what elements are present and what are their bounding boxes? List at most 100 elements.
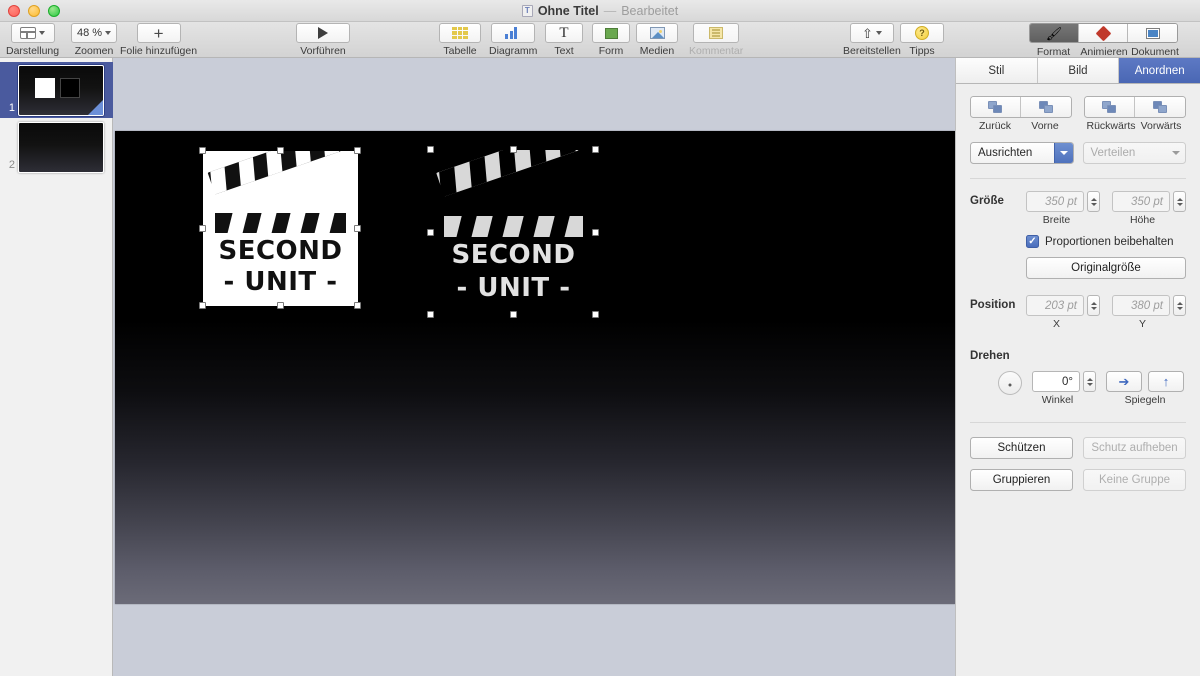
height-input[interactable]: 350 pt <box>1112 191 1170 212</box>
second-unit-logo-dark[interactable]: SECOND - UNIT - <box>427 146 599 318</box>
resize-handle-w[interactable] <box>199 224 206 232</box>
group-button[interactable]: Gruppieren <box>970 469 1073 491</box>
position-section-label: Position <box>970 299 1016 311</box>
chevron-down-icon <box>105 31 112 35</box>
send-to-back-button[interactable] <box>971 97 1021 117</box>
clapper-bottom-bar <box>215 212 346 234</box>
toolbar-shape-button[interactable]: Form <box>592 22 630 58</box>
slide-thumbnail-image-1 <box>18 64 104 116</box>
slide-navigator[interactable]: 1 2 <box>0 58 113 676</box>
inspector-segmented-control: 🖌 <box>1029 23 1178 43</box>
unlock-button[interactable]: Schutz aufheben <box>1083 437 1186 459</box>
toolbar-zoom-label: Zoomen <box>74 45 114 57</box>
toolbar-chart-button[interactable]: Diagramm <box>489 22 537 58</box>
toolbar-comment-button[interactable]: Kommentar <box>689 22 743 58</box>
position-section: Position 203 pt X 380 pt Y <box>970 295 1186 330</box>
angle-field-wrap: 0° Winkel <box>1032 371 1096 406</box>
second-unit-logo-light[interactable]: SECOND - UNIT - <box>199 147 361 309</box>
tab-stil[interactable]: Stil <box>956 58 1038 83</box>
animate-diamond-icon <box>1095 25 1111 41</box>
media-icon <box>649 27 665 39</box>
align-dropdown[interactable]: Ausrichten <box>970 142 1074 164</box>
keynote-document-icon: T <box>521 5 533 17</box>
logo-light-image: SECOND - UNIT - <box>203 151 358 306</box>
toolbar-zoom-button[interactable]: 48 % Zoomen <box>71 22 118 58</box>
resize-handle-nw[interactable] <box>199 147 206 154</box>
position-y-caption: Y <box>1138 318 1146 330</box>
constrain-proportions-checkbox[interactable] <box>1026 235 1039 248</box>
send-backward-button[interactable] <box>1085 97 1135 117</box>
resize-handle-ne[interactable] <box>354 147 361 154</box>
toolbar-table-button[interactable]: Tabelle <box>439 22 481 58</box>
toolbar-tips-button[interactable]: ? Tipps <box>900 22 944 58</box>
toolbar-add-slide-button[interactable]: + Folie hinzufügen <box>120 22 197 58</box>
distribute-dropdown[interactable]: Verteilen <box>1082 142 1186 164</box>
bring-to-front-label: Vorne <box>1031 120 1059 132</box>
bring-forward-button[interactable] <box>1135 97 1185 117</box>
resize-handle-n[interactable] <box>509 146 517 153</box>
inspector-body: Zurück Vorne Rückwärts Vorwärts Ausricht… <box>956 84 1200 491</box>
resize-handle-ne[interactable] <box>592 146 599 153</box>
resize-handle-n[interactable] <box>276 147 284 154</box>
segment-animate[interactable] <box>1079 24 1128 42</box>
toolbar-chart-label: Diagramm <box>489 45 538 57</box>
bring-to-front-button[interactable] <box>1021 97 1071 117</box>
tab-anordnen-label: Anordnen <box>1134 64 1185 77</box>
flip-vertical-button[interactable]: ↑ <box>1148 371 1184 392</box>
slide-canvas[interactable]: SECOND - UNIT - SECOND - UNIT - <box>115 131 955 604</box>
resize-handle-s[interactable] <box>509 311 517 318</box>
flip-horizontal-button[interactable]: ➔ <box>1106 371 1142 392</box>
document-title-text: Ohne Titel <box>537 4 599 18</box>
resize-handle-e[interactable] <box>592 228 599 236</box>
rotate-section: Drehen 0° Winkel ➔ ↑ Spiegeln <box>970 346 1186 406</box>
width-input[interactable]: 350 pt <box>1026 191 1084 212</box>
segment-document[interactable] <box>1128 24 1177 42</box>
lock-button[interactable]: Schützen <box>970 437 1073 459</box>
toolbar-share-button[interactable]: ⇧ Bereitstellen <box>843 22 901 58</box>
angle-stepper[interactable] <box>1083 371 1096 392</box>
resize-handle-e[interactable] <box>354 224 361 232</box>
toolbar-add-slide-label: Folie hinzufügen <box>120 45 198 57</box>
ungroup-button[interactable]: Keine Gruppe <box>1083 469 1186 491</box>
resize-handle-s[interactable] <box>276 302 284 309</box>
chevron-down-icon <box>1053 143 1073 163</box>
plus-icon: + <box>153 23 164 43</box>
flip-vertical-arrow-icon: ↑ <box>1162 374 1170 389</box>
position-y-stepper[interactable] <box>1173 295 1186 316</box>
slide-thumbnail-2[interactable]: 2 <box>0 119 113 175</box>
segment-format[interactable]: 🖌 <box>1030 24 1079 42</box>
position-y-input[interactable]: 380 pt <box>1112 295 1170 316</box>
window-titlebar: T Ohne Titel — Bearbeitet <box>0 0 1200 22</box>
toolbar-view-button[interactable]: Darstellung <box>6 22 59 58</box>
resize-handle-w[interactable] <box>427 228 434 236</box>
resize-handle-se[interactable] <box>592 311 599 318</box>
toolbar-share-label: Bereitstellen <box>843 45 901 57</box>
tab-bild[interactable]: Bild <box>1037 58 1120 83</box>
angle-caption: Winkel <box>1041 394 1074 406</box>
slide-thumbnail-1[interactable]: 1 <box>0 62 113 118</box>
resize-handle-sw[interactable] <box>427 311 434 318</box>
canvas-workspace[interactable]: SECOND - UNIT - SECOND - UNIT - <box>113 58 955 676</box>
angle-input[interactable]: 0° <box>1032 371 1080 392</box>
resize-handle-sw[interactable] <box>199 302 206 309</box>
height-stepper[interactable] <box>1173 191 1186 212</box>
position-x-stepper[interactable] <box>1087 295 1100 316</box>
position-x-field-wrap: 203 pt X <box>1026 295 1100 330</box>
chevron-down-icon <box>1166 143 1185 163</box>
position-x-input[interactable]: 203 pt <box>1026 295 1084 316</box>
toolbar-media-button[interactable]: Medien <box>636 22 678 58</box>
rotation-dial[interactable] <box>998 371 1022 395</box>
bring-forward-label: Vorwärts <box>1140 120 1182 132</box>
width-stepper[interactable] <box>1087 191 1100 212</box>
toolbar-text-button[interactable]: T Text <box>545 22 583 58</box>
shape-icon <box>604 27 618 39</box>
toolbar-play-button[interactable]: Vorführen <box>296 22 350 58</box>
text-icon: T <box>559 24 569 41</box>
original-size-button[interactable]: Originalgröße <box>1026 257 1186 279</box>
resize-handle-se[interactable] <box>354 302 361 309</box>
send-to-back-label: Zurück <box>978 120 1012 132</box>
tab-anordnen[interactable]: Anordnen <box>1119 58 1200 83</box>
constrain-proportions-row[interactable]: Proportionen beibehalten <box>1026 235 1186 248</box>
group-button-label: Gruppieren <box>992 474 1051 486</box>
resize-handle-nw[interactable] <box>427 146 434 153</box>
